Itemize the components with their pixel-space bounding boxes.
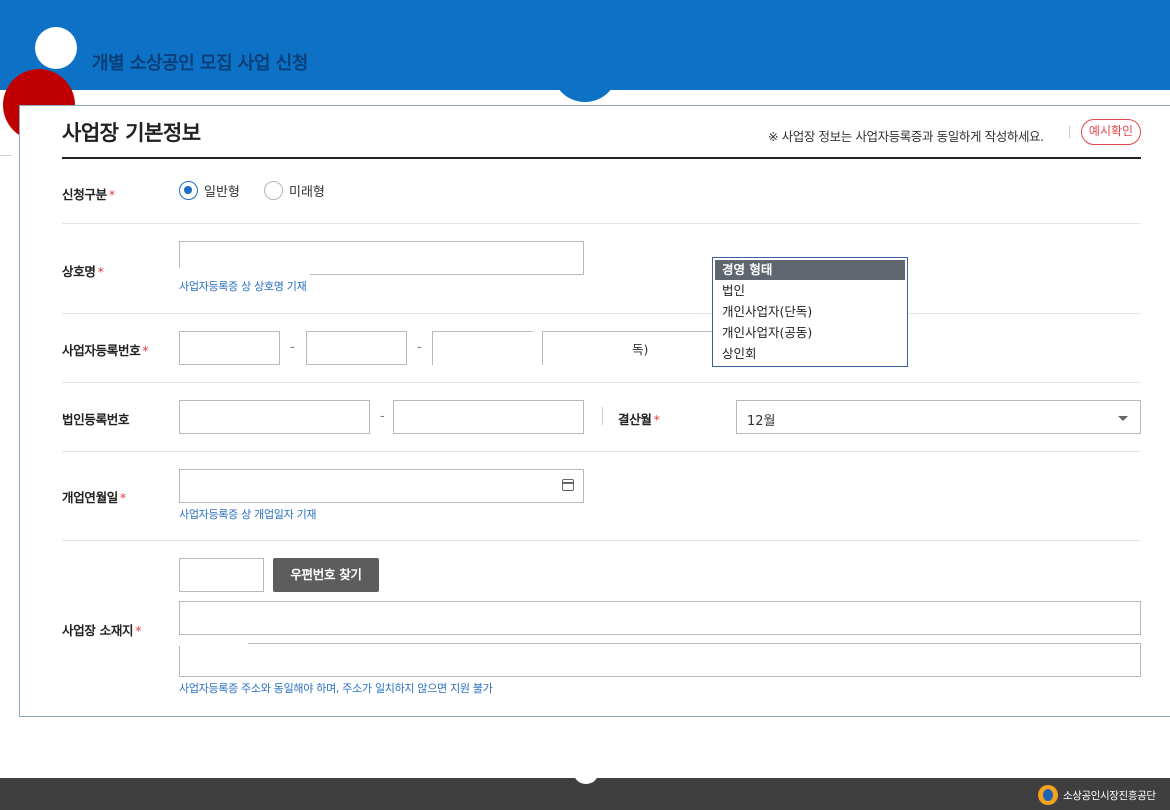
- left-divider: [0, 155, 12, 156]
- dropdown-option-corporation[interactable]: 법인: [713, 280, 907, 301]
- decoration-circle-white: [35, 27, 77, 69]
- corporate-reg-number-part1[interactable]: [179, 400, 370, 434]
- banner-decoration-tab: [552, 58, 618, 102]
- dash-separator: -: [380, 409, 385, 424]
- input-overlay-patch: [178, 268, 310, 277]
- section-title: 사업장 기본정보: [62, 121, 201, 145]
- opening-date-helper: 사업자등록증 상 개업일자 기재: [179, 508, 317, 521]
- row-divider: [62, 382, 1141, 383]
- corporate-reg-number-label: 법인등록번호: [62, 412, 130, 427]
- settlement-month-value: 12월: [747, 414, 776, 429]
- corporate-reg-number-part2[interactable]: [393, 400, 584, 434]
- radio-future[interactable]: 미래형: [264, 181, 325, 200]
- radio-general[interactable]: 일반형: [179, 181, 240, 200]
- calendar-icon[interactable]: [562, 479, 574, 491]
- business-reg-number-part2[interactable]: [306, 331, 407, 365]
- business-type-dropdown[interactable]: 경영 형태 법인 개인사업자(단독) 개인사업자(공동) 상인회: [712, 257, 908, 367]
- dash-separator: -: [417, 340, 422, 355]
- section-title-rule: [62, 157, 1141, 159]
- radio-future-label: 미래형: [289, 185, 325, 200]
- input-overlay-patch: [178, 640, 248, 646]
- radio-unselected-icon[interactable]: [264, 181, 283, 200]
- find-zipcode-button[interactable]: 우편번호 찾기: [273, 558, 379, 592]
- dropdown-option-individual-single[interactable]: 개인사업자(단독): [713, 301, 907, 322]
- address-input[interactable]: [179, 601, 1141, 635]
- settlement-month-label: 결산월 *: [618, 412, 660, 427]
- caret-down-icon: [1118, 416, 1128, 421]
- opening-date-label: 개업연월일 *: [62, 490, 126, 505]
- address-detail-input[interactable]: [179, 643, 1141, 677]
- field-separator: [602, 407, 603, 425]
- dropdown-option-individual-joint[interactable]: 개인사업자(공동): [713, 322, 907, 343]
- page-title: 개별 소상공인 모집 사업 신청: [92, 53, 308, 74]
- radio-selected-icon[interactable]: [179, 181, 198, 200]
- input-overlay-patch: [186, 560, 248, 591]
- opening-date-input[interactable]: [179, 469, 584, 503]
- address-label: 사업장 소재지 *: [62, 623, 142, 638]
- business-reg-number-label: 사업자등록번호 *: [62, 343, 149, 358]
- radio-general-label: 일반형: [204, 185, 240, 200]
- business-reg-number-part1[interactable]: [179, 331, 280, 365]
- footer-org-name: 소상공인시장진흥공단: [1063, 790, 1156, 802]
- org-logo-icon: [1038, 785, 1058, 805]
- business-type-select-value: 독): [632, 342, 649, 357]
- business-reg-number-part3[interactable]: [432, 331, 533, 365]
- section-notice: ※ 사업장 정보는 사업자등록증과 동일하게 작성하세요.: [768, 129, 1044, 144]
- business-name-label: 상호명 *: [62, 264, 104, 279]
- application-type-label: 신청구분 *: [62, 187, 115, 202]
- dash-separator: -: [290, 340, 295, 355]
- business-type-select[interactable]: [542, 331, 714, 365]
- address-helper: 사업자등록증 주소와 동일해야 하며, 주소가 일치하지 않으면 지원 불가: [179, 682, 493, 695]
- row-divider: [62, 540, 1141, 541]
- example-check-button[interactable]: 예시확인: [1081, 119, 1141, 145]
- settlement-month-select[interactable]: 12월: [736, 400, 1141, 434]
- dropdown-header[interactable]: 경영 형태: [715, 260, 905, 280]
- business-name-helper: 사업자등록증 상 상호명 기재: [179, 280, 307, 293]
- row-divider: [62, 313, 1141, 314]
- row-divider: [62, 223, 1141, 224]
- dropdown-option-merchants-association[interactable]: 상인회: [713, 343, 907, 364]
- notice-separator: [1069, 126, 1070, 138]
- row-divider: [62, 451, 1141, 452]
